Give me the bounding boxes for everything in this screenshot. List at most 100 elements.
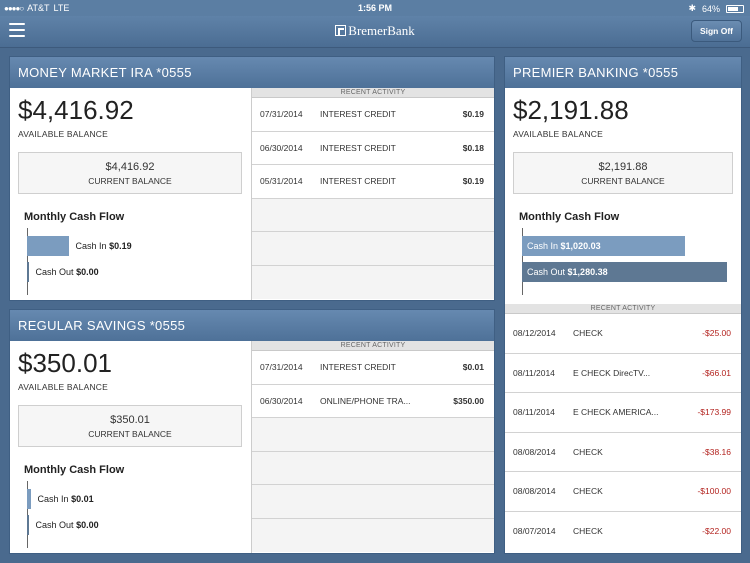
- activity-amount: -$38.16: [702, 446, 731, 457]
- activity-date: 06/30/2014: [260, 142, 303, 153]
- cash-out-label: Cash Out: [35, 520, 74, 530]
- current-balance-value: $4,416.92: [105, 161, 155, 173]
- activity-date: 08/08/2014: [513, 446, 556, 457]
- cash-in-label: Cash In: [37, 494, 69, 504]
- current-balance-label: CURRENT BALANCE: [88, 176, 172, 186]
- activity-row[interactable]: 05/31/2014 INTEREST CREDIT $0.19: [252, 165, 494, 199]
- activity-amount: $0.19: [462, 109, 484, 120]
- status-time: 1:56 PM: [357, 3, 392, 13]
- cash-in-bar-fill: [27, 489, 31, 509]
- activity-row[interactable]: 08/11/2014 E CHECK AMERICA... -$173.99: [505, 393, 741, 433]
- available-balance-label: AVAILABLE BALANCE: [18, 382, 109, 392]
- activity-amount: $0.18: [462, 142, 484, 153]
- cash-out-bar: Cash Out $1,280.38: [522, 262, 727, 282]
- cash-out-label: Cash Out: [35, 267, 74, 277]
- cash-out-label: Cash Out: [527, 267, 566, 277]
- monthly-cash-flow-title: Monthly Cash Flow: [519, 211, 620, 223]
- activity-amount: $350.00: [453, 395, 484, 406]
- account-summary: $350.01 AVAILABLE BALANCE $350.01 CURREN…: [10, 341, 252, 553]
- cash-out-bar: Cash Out $0.00: [27, 515, 99, 535]
- cash-out-bar-fill: [27, 515, 29, 535]
- activity-row[interactable]: 08/11/2014 E CHECK DirecTV... -$66.01: [505, 353, 741, 393]
- status-bar: ●●●●○ AT&T LTE 1:56 PM ✱ 64%: [0, 0, 750, 16]
- activity-amount: -$22.00: [702, 526, 731, 537]
- monthly-cash-flow-title: Monthly Cash Flow: [24, 464, 125, 476]
- cash-in-bar: Cash In $1,020.03: [522, 236, 685, 256]
- available-balance-label: AVAILABLE BALANCE: [18, 129, 109, 139]
- brand-name: BremerBank: [348, 23, 415, 38]
- activity-description: INTEREST CREDIT: [320, 176, 396, 187]
- nav-bar: BremerBank Sign Off: [0, 16, 750, 48]
- activity-description: CHECK: [573, 486, 603, 497]
- activity-date: 08/07/2014: [513, 526, 556, 537]
- account-title-regular-savings[interactable]: REGULAR SAVINGS *0555: [10, 310, 494, 341]
- battery-icon: [726, 4, 744, 13]
- activity-row[interactable]: 06/30/2014 INTEREST CREDIT $0.18: [252, 131, 494, 165]
- account-panel-money-market: MONEY MARKET IRA *0555 $4,416.92 AVAILAB…: [9, 56, 495, 301]
- activity-amount: $0.01: [462, 362, 484, 373]
- brand-logo: BremerBank: [0, 23, 750, 39]
- current-balance-label: CURRENT BALANCE: [88, 429, 172, 439]
- recent-activity-header: RECENT ACTIVITY: [252, 88, 494, 98]
- recent-activity-header: RECENT ACTIVITY: [252, 341, 494, 351]
- current-balance-value: $350.01: [110, 414, 150, 426]
- empty-activity-row: [252, 518, 494, 552]
- current-balance-value: $2,191.88: [598, 161, 648, 173]
- cash-out-amount: $0.00: [76, 520, 99, 530]
- activity-row[interactable]: 07/31/2014 INTEREST CREDIT $0.19: [252, 98, 494, 132]
- activity-date: 07/31/2014: [260, 109, 303, 120]
- empty-activity-row: [252, 485, 494, 519]
- current-balance-label: CURRENT BALANCE: [581, 176, 665, 186]
- bluetooth-icon: ✱: [688, 3, 696, 13]
- account-title-premier-banking[interactable]: PREMIER BANKING *0555: [505, 57, 741, 88]
- activity-description: CHECK: [573, 446, 603, 457]
- activity-date: 08/11/2014: [513, 367, 555, 378]
- recent-activity-header: RECENT ACTIVITY: [505, 304, 741, 314]
- sign-off-button[interactable]: Sign Off: [690, 20, 742, 42]
- activity-amount: -$173.99: [697, 407, 731, 418]
- activity-description: INTEREST CREDIT: [320, 362, 396, 373]
- current-balance-box: $4,416.92 CURRENT BALANCE: [18, 152, 242, 194]
- activity-row[interactable]: 08/12/2014 CHECK -$25.00: [505, 314, 741, 354]
- activity-amount: -$66.01: [702, 367, 731, 378]
- empty-activity-row: [252, 198, 494, 232]
- available-balance-label: AVAILABLE BALANCE: [513, 129, 604, 139]
- cash-out-bar: Cash Out $0.00: [27, 262, 99, 282]
- activity-row[interactable]: 06/30/2014 ONLINE/PHONE TRA... $350.00: [252, 384, 494, 418]
- empty-activity-row: [252, 451, 494, 485]
- activity-date: 08/08/2014: [513, 486, 556, 497]
- activity-description: E CHECK AMERICA...: [573, 407, 659, 418]
- activity-date: 07/31/2014: [260, 362, 303, 373]
- activity-description: CHECK: [573, 526, 603, 537]
- activity-date: 06/30/2014: [260, 395, 303, 406]
- account-panel-regular-savings: REGULAR SAVINGS *0555 $350.01 AVAILABLE …: [9, 309, 495, 554]
- activity-date: 05/31/2014: [260, 176, 303, 187]
- available-balance-value: $2,191.88: [513, 95, 629, 125]
- cash-in-amount: $0.19: [109, 241, 132, 251]
- activity-amount: -$25.00: [702, 328, 731, 339]
- account-summary: $2,191.88 AVAILABLE BALANCE $2,191.88 CU…: [505, 88, 741, 304]
- cash-in-label: Cash In: [75, 241, 107, 251]
- activity-description: ONLINE/PHONE TRA...: [320, 395, 411, 406]
- account-title-money-market[interactable]: MONEY MARKET IRA *0555: [10, 57, 494, 88]
- available-balance-value: $4,416.92: [18, 95, 134, 125]
- activity-date: 08/12/2014: [513, 328, 556, 339]
- recent-activity: RECENT ACTIVITY 07/31/2014 INTEREST CRED…: [252, 341, 494, 553]
- empty-activity-row: [252, 232, 494, 266]
- cash-out-bar-fill: [27, 262, 29, 282]
- account-panel-premier-banking: PREMIER BANKING *0555 $2,191.88 AVAILABL…: [504, 56, 742, 554]
- cash-in-bar: Cash In $0.19: [27, 236, 132, 256]
- activity-amount: $0.19: [462, 176, 484, 187]
- activity-amount: -$100.00: [697, 486, 731, 497]
- status-right: ✱ 64%: [688, 3, 744, 14]
- activity-date: 08/11/2014: [513, 407, 555, 418]
- account-summary: $4,416.92 AVAILABLE BALANCE $4,416.92 CU…: [10, 88, 252, 300]
- cash-in-amount: $0.01: [71, 494, 94, 504]
- cash-in-label: Cash In: [527, 241, 559, 251]
- activity-row[interactable]: 08/08/2014 CHECK -$38.16: [505, 432, 741, 472]
- current-balance-box: $350.01 CURRENT BALANCE: [18, 405, 242, 447]
- activity-row[interactable]: 08/07/2014 CHECK -$22.00: [505, 511, 741, 551]
- activity-row[interactable]: 08/08/2014 CHECK -$100.00: [505, 472, 741, 512]
- activity-row[interactable]: 07/31/2014 INTEREST CREDIT $0.01: [252, 351, 494, 385]
- bank-logo-icon: [335, 25, 347, 36]
